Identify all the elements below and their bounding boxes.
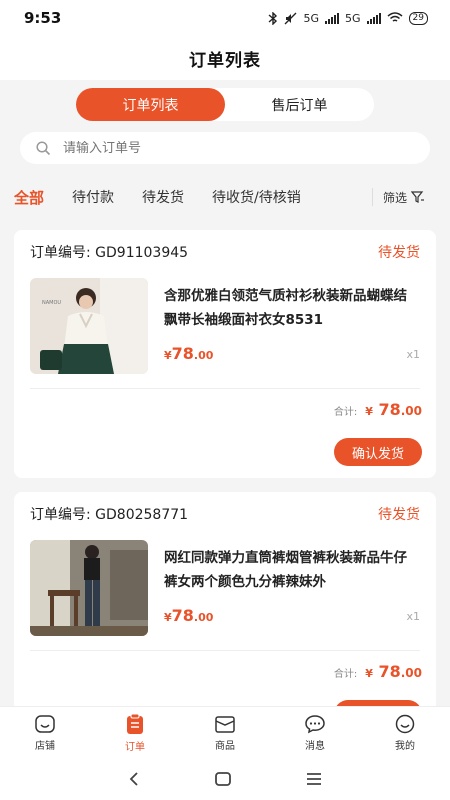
order-number: 订单编号: GD91103945 [30, 245, 189, 261]
tab-divider [372, 188, 373, 206]
product-quantity: x1 [406, 610, 420, 623]
order-total: 合计: ¥ 78.00 [334, 400, 422, 419]
segment-order-list[interactable]: 订单列表 [76, 88, 225, 121]
nav-store[interactable]: 店铺 [0, 707, 90, 758]
status-icons: 5G 5G 29 [268, 11, 428, 25]
nav-label: 我的 [395, 740, 415, 752]
menu-icon[interactable] [305, 771, 323, 787]
order-status: 待发货 [378, 507, 420, 523]
filter-label: 筛选 [383, 190, 408, 205]
page-title: 订单列表 [189, 50, 261, 71]
nav-products[interactable]: 商品 [180, 707, 270, 758]
status-tabs: 全部 待付款 待发货 待收货/待核销 筛选 [0, 176, 450, 218]
order-number: 订单编号: GD80258771 [30, 507, 189, 523]
mute-icon [285, 12, 297, 24]
order-total: 合计: ¥ 78.00 [334, 662, 422, 681]
nav-label: 订单 [125, 741, 145, 753]
signal-icon [325, 12, 340, 24]
product-quantity: x1 [406, 348, 420, 361]
segment-after-sale[interactable]: 售后订单 [225, 88, 374, 121]
order-card[interactable]: 订单编号: GD80258771 待发货 网红同款弹力直筒裤烟管裤秋装新品牛仔裤… [14, 492, 436, 740]
search-icon [36, 140, 51, 155]
order-icon [127, 713, 143, 734]
search-input[interactable] [63, 140, 383, 156]
search-bar[interactable] [20, 132, 430, 164]
tab-pending-payment[interactable]: 待付款 [72, 187, 114, 207]
signal-label-2: 5G [345, 11, 361, 25]
product-icon [215, 715, 235, 733]
nav-label: 商品 [215, 740, 235, 752]
filter-button[interactable]: 筛选 [383, 176, 425, 218]
total-label: 合计: [333, 407, 358, 418]
bluetooth-icon [269, 11, 278, 25]
nav-label: 消息 [305, 740, 325, 752]
product-image[interactable] [30, 540, 148, 636]
svg-text:NAMOU: NAMOU [42, 300, 61, 306]
product-price: ¥78.00 [164, 606, 214, 625]
order-card[interactable]: 订单编号: GD91103945 待发货 NAMOU 含那优雅白领范气质衬衫秋装… [14, 230, 436, 478]
product-name: 含那优雅白领范气质衬衫秋装新品蝴蝶结飘带长袖缎面衬衣女8531 [164, 288, 407, 328]
order-status: 待发货 [378, 245, 420, 261]
status-time: 9:53 [24, 9, 62, 27]
nav-orders[interactable]: 订单 [90, 707, 180, 758]
signal-label-1: 5G [303, 11, 320, 25]
product-price: ¥78.00 [164, 344, 214, 363]
profile-icon [395, 714, 415, 733]
divider [30, 388, 420, 389]
wifi-icon [387, 12, 403, 22]
total-price: ¥ 78.00 [365, 662, 422, 681]
back-icon[interactable] [127, 771, 141, 787]
total-price: ¥ 78.00 [365, 400, 422, 419]
total-label: 合计: [333, 669, 358, 680]
store-icon [35, 714, 55, 733]
segment-control: 订单列表 售后订单 [76, 88, 374, 121]
confirm-shipment-button[interactable]: 确认发货 [334, 438, 422, 466]
product-name: 网红同款弹力直筒裤烟管裤秋装新品牛仔裤女两个颜色九分裤辣妹外 [164, 550, 407, 590]
filter-icon [411, 190, 425, 203]
status-bar: 9:53 5G 5G 29 [0, 0, 450, 36]
product-image[interactable]: NAMOU [30, 278, 148, 374]
signal-icon-2 [366, 12, 381, 24]
header: 订单列表 [0, 36, 450, 80]
divider [30, 650, 420, 651]
battery-icon: 29 [408, 11, 428, 25]
nav-messages[interactable]: 消息 [270, 707, 360, 758]
message-icon [305, 714, 325, 733]
home-icon[interactable] [214, 771, 232, 787]
tab-pending-receipt[interactable]: 待收货/待核销 [212, 187, 301, 207]
nav-profile[interactable]: 我的 [360, 707, 450, 758]
bottom-nav: 店铺 订单 商品 消息 我的 [0, 706, 450, 758]
tab-pending-shipment[interactable]: 待发货 [142, 187, 184, 207]
tab-all[interactable]: 全部 [14, 187, 44, 208]
system-nav-bar [0, 758, 450, 800]
nav-label: 店铺 [35, 740, 55, 752]
